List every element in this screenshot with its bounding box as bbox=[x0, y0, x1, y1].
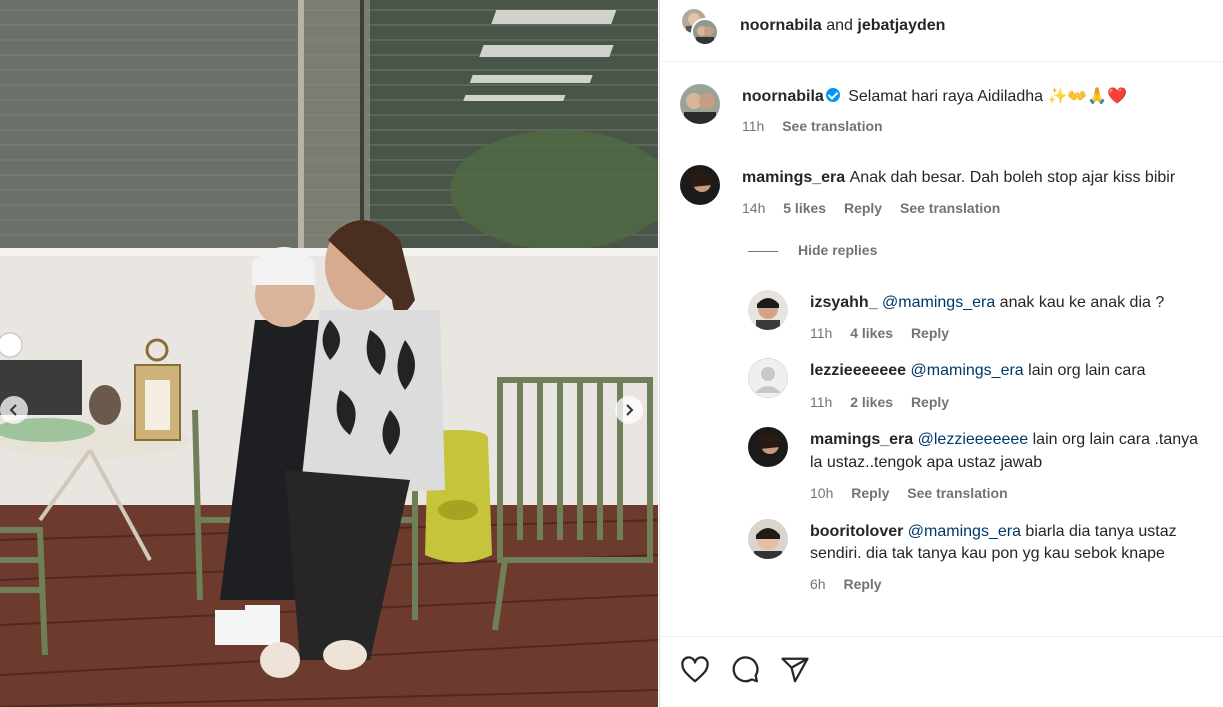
mention-link[interactable]: @mamings_era bbox=[911, 362, 1024, 379]
comment-meta: 14h 5 likes Reply See translation bbox=[742, 200, 1014, 216]
reply-comment: booritolover @mamings_era biarla dia tan… bbox=[810, 521, 1177, 543]
verified-badge-icon bbox=[825, 88, 840, 102]
caption-username[interactable]: noornabila bbox=[742, 88, 824, 105]
timestamp[interactable]: 11h bbox=[810, 394, 832, 410]
caption-emoji: ✨👐🙏❤️ bbox=[1047, 88, 1128, 105]
comment-text-continued: sendiri. dia tak tanya kau pon yg kau se… bbox=[810, 545, 1165, 562]
hide-replies-button[interactable]: Hide replies bbox=[748, 242, 877, 258]
caption-text: Selamat hari raya Aidiladha bbox=[848, 88, 1044, 105]
comment-text: lain org lain cara .tanya bbox=[1032, 431, 1199, 448]
heart-icon[interactable] bbox=[680, 655, 710, 690]
reply-button[interactable]: Reply bbox=[911, 394, 949, 410]
author-link[interactable]: jebatjayden bbox=[857, 17, 945, 34]
timestamp[interactable]: 11h bbox=[810, 325, 832, 341]
likes-count[interactable]: 2 likes bbox=[850, 394, 893, 410]
share-icon[interactable] bbox=[780, 655, 810, 690]
timestamp[interactable]: 14h bbox=[742, 200, 765, 216]
mention-link[interactable]: @mamings_era bbox=[908, 523, 1021, 540]
comment-username[interactable]: lezzieeeeeee bbox=[810, 362, 906, 379]
comment-meta: 10h Reply See translation bbox=[810, 485, 1022, 501]
reply-comment: lezzieeeeeee @mamings_era lain org lain … bbox=[810, 360, 1146, 382]
caption-meta: 11h See translation bbox=[742, 118, 897, 134]
reply-button[interactable]: Reply bbox=[844, 200, 882, 216]
comment-meta: 11h 2 likes Reply bbox=[810, 394, 963, 410]
see-translation-button[interactable]: See translation bbox=[900, 200, 1000, 216]
post-authors: noornabila and jebatjayden bbox=[740, 17, 945, 35]
avatar[interactable] bbox=[748, 519, 788, 559]
photo-illustration bbox=[0, 0, 658, 707]
comment-meta: 6h Reply bbox=[810, 576, 896, 592]
comment-text: lain org lain cara bbox=[1028, 362, 1146, 379]
replies-divider bbox=[748, 250, 778, 252]
comment-text: Anak dah besar. Dah boleh stop ajar kiss… bbox=[849, 169, 1176, 186]
comment-text: biarla dia tanya ustaz bbox=[1025, 523, 1177, 540]
avatar[interactable] bbox=[748, 358, 788, 398]
comment-meta: 11h 4 likes Reply bbox=[810, 325, 963, 341]
comment-username[interactable]: mamings_era bbox=[742, 169, 845, 186]
avatar[interactable] bbox=[748, 427, 788, 467]
hide-replies-label: Hide replies bbox=[798, 242, 878, 258]
avatar[interactable] bbox=[680, 84, 720, 124]
mention-link[interactable]: @mamings_era bbox=[882, 294, 995, 311]
reply-button[interactable]: Reply bbox=[851, 485, 889, 501]
reply-comment: mamings_era @lezzieeeeeee lain org lain … bbox=[810, 429, 1198, 451]
comment-username[interactable]: izsyahh_ bbox=[810, 294, 878, 311]
author-link[interactable]: noornabila bbox=[740, 17, 822, 34]
likes-count[interactable]: 4 likes bbox=[850, 325, 893, 341]
chevron-right-icon[interactable] bbox=[615, 396, 643, 424]
avatar[interactable] bbox=[691, 18, 719, 46]
comment-icon[interactable] bbox=[730, 655, 760, 690]
post-photo[interactable] bbox=[0, 0, 658, 707]
reply-button[interactable]: Reply bbox=[911, 325, 949, 341]
caption: noornabila Selamat hari raya Aidiladha ✨… bbox=[742, 86, 1127, 108]
timestamp[interactable]: 10h bbox=[810, 485, 833, 501]
comment: mamings_era Anak dah besar. Dah boleh st… bbox=[742, 167, 1175, 189]
reply-comment: izsyahh_ @mamings_era anak kau ke anak d… bbox=[810, 292, 1164, 314]
mention-link[interactable]: @lezzieeeeeee bbox=[918, 431, 1029, 448]
comment-username[interactable]: booritolover bbox=[810, 523, 903, 540]
see-translation-button[interactable]: See translation bbox=[907, 485, 1007, 501]
chevron-left-icon[interactable] bbox=[0, 396, 28, 424]
post-actions-bar bbox=[660, 636, 1223, 707]
comment-text: anak kau ke anak dia ? bbox=[999, 294, 1165, 311]
comment-username[interactable]: mamings_era bbox=[810, 431, 913, 448]
authors-conjunction: and bbox=[826, 17, 853, 34]
likes-count[interactable]: 5 likes bbox=[783, 200, 826, 216]
post-header: noornabila and jebatjayden bbox=[660, 0, 1223, 62]
see-translation-button[interactable]: See translation bbox=[782, 118, 882, 134]
timestamp[interactable]: 11h bbox=[742, 118, 764, 134]
post-sidebar: noornabila and jebatjayden noornabila Se… bbox=[659, 0, 1223, 707]
reply-button[interactable]: Reply bbox=[843, 576, 881, 592]
avatar[interactable] bbox=[748, 290, 788, 330]
avatar[interactable] bbox=[680, 165, 720, 205]
timestamp[interactable]: 6h bbox=[810, 576, 826, 592]
comment-text-continued: la ustaz..tengok apa ustaz jawab bbox=[810, 454, 1043, 471]
